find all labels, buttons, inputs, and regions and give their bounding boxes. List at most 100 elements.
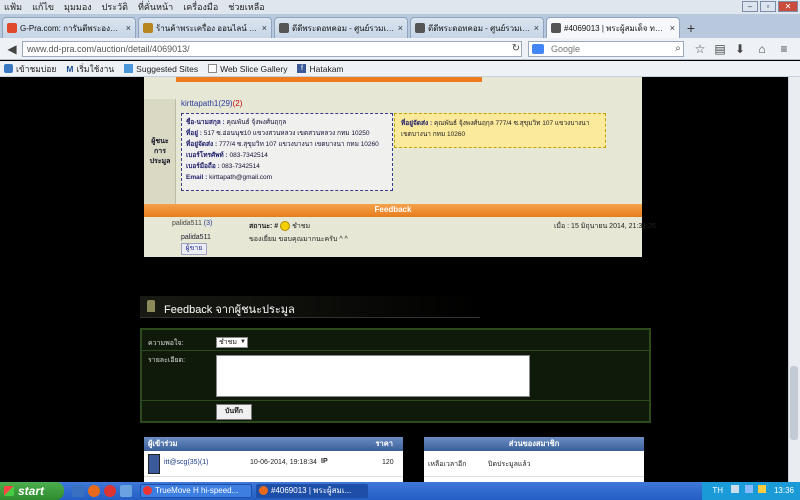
feedback-user-name2[interactable]: palida511 [181, 234, 211, 241]
shop-favicon-icon [143, 23, 153, 33]
start-button[interactable]: start [0, 482, 64, 500]
tab-label: ดีดีพระดอทคอม - ศูนย์รวมเช่า,ประมู... [428, 23, 531, 33]
feedback-form-titlebar: Feedback จากผู้ชนะประมูล [140, 296, 480, 318]
addr-row: Email : kirttapath@gmail.com [186, 174, 273, 181]
url-bar[interactable]: www.dd-pra.com/auction/detail/4069013/ [22, 41, 522, 57]
winner-username[interactable]: kirttapath1 [181, 99, 218, 108]
network-icon[interactable] [757, 485, 766, 493]
taskbar-item-truemove[interactable]: TrueMove H hi-speed... [140, 484, 252, 498]
menu-edit[interactable]: แก้ไข [32, 0, 54, 14]
window-controls: – ▫ ✕ [742, 1, 798, 12]
new-tab-button[interactable]: + [682, 20, 700, 38]
page-favicon-icon [279, 23, 289, 33]
feedback-status: สถานะ: # ชำชม [249, 221, 311, 232]
feedback-comment: ของเยี่ยม ขอบคุณมากนะครับ ^ ^ [249, 236, 348, 243]
tray-icon[interactable] [731, 485, 740, 493]
tab-gpra[interactable]: G-Pra.com: การันตีพระองค์นนี้... × [2, 17, 136, 38]
menu-file[interactable]: แฟ้ม [4, 0, 22, 14]
close-tab-icon[interactable]: × [670, 23, 675, 33]
feedback-user-line: palida511 (3) [172, 220, 212, 227]
close-tab-icon[interactable]: × [262, 23, 267, 33]
feedback-username[interactable]: palida511 [172, 220, 202, 227]
winner-address-box: ชื่อ-นามสกุล : คุณพันธ์ จุ้งพงศ์นฤกุล ที… [181, 113, 393, 191]
chevron-down-icon: ▼ [240, 339, 246, 345]
winner-score: (29) [218, 99, 233, 108]
shipping-address-box: ที่อยู่จัดส่ง : คุณพันธ์ จุ้งพงศ์นฤกุล 7… [394, 113, 606, 148]
menu-tools[interactable]: เครื่องมือ [183, 0, 218, 14]
bookmark-suggested-sites[interactable]: Suggested Sites [124, 64, 198, 74]
trophy-icon [147, 300, 155, 312]
detail-label: รายละเอียด: [148, 357, 186, 364]
tab-label: ร้านค้าพระเครื่อง ออนไลน์ - กล... [156, 23, 259, 33]
close-tab-icon[interactable]: × [126, 23, 131, 33]
menu-bar: แฟ้ม แก้ไข มุมมอง ประวัติ ที่คั่นหน้า เค… [0, 0, 800, 14]
page-favicon-icon [551, 23, 561, 33]
tab-auction-active[interactable]: #4069013 | พระผู้สมเด็จ ทรงไก่ | ก...× [546, 17, 680, 38]
feedback-user-score: (3) [203, 220, 213, 227]
scrollbar-thumb[interactable] [790, 366, 798, 440]
bidder-name[interactable]: itt@scg(35)(1) [164, 459, 208, 466]
quicklaunch-chrome-icon[interactable] [104, 485, 116, 497]
addr-row: ที่อยู่ : 517 ซ.อ่อนนุช10 แขวงสวนหลวง เข… [186, 130, 370, 137]
tab-ddpra-1[interactable]: ดีดีพระดอทคอม - ศูนย์รวมเช่า,ประมู...× [274, 17, 408, 38]
bidders-header: ผู้เข้าร่วม ราคา [144, 437, 403, 451]
ie-icon [124, 64, 134, 73]
tab-shop[interactable]: ร้านค้าพระเครื่อง ออนไลน์ - กล...× [138, 17, 272, 38]
save-button[interactable]: บันทึก [216, 404, 252, 420]
member-header: ส่วนของสมาชิก [424, 437, 644, 451]
menu-help[interactable]: ช่วยเหลือ [228, 0, 264, 14]
most-visited-icon [4, 64, 13, 73]
detail-textarea[interactable] [216, 355, 530, 397]
satisfaction-label: ความพอใจ: [148, 340, 184, 347]
search-input[interactable]: Google [528, 41, 684, 57]
gpra-favicon-icon [7, 23, 17, 33]
bookmark-web-slice[interactable]: Web Slice Gallery [208, 64, 287, 74]
language-indicator[interactable]: TH [712, 486, 723, 495]
home-icon[interactable]: ⌂ [754, 41, 770, 57]
taskbar-item-browser[interactable]: #4069013 | พระผู้สมเ... [256, 484, 368, 498]
google-logo-icon [532, 44, 544, 54]
winner-side-label: ผู้ชนะการประมูล [149, 138, 171, 165]
feedback-row: palida511 (3) palida511 ผู้ขาย สถานะ: # … [144, 217, 656, 257]
amulet-thumbnail [148, 454, 160, 474]
time-left-value: ปิดประมูลแล้ว [488, 461, 531, 468]
download-icon[interactable]: ⬇ [732, 41, 748, 57]
addr-row: ที่อยู่จัดส่ง : 777/4 ซ.สุขุมวิท 107 แขว… [186, 141, 379, 148]
close-tab-icon[interactable]: × [534, 23, 539, 33]
bookmark-most-visited[interactable]: เข้าชมบ่อย [4, 62, 56, 76]
search-icon[interactable]: ⌕ [670, 41, 686, 57]
firefox-icon [259, 486, 268, 495]
menu-view[interactable]: มุมมอง [64, 0, 92, 14]
bookmarks-list-icon[interactable]: ▤ [712, 41, 728, 57]
page-content: ผู้ชนะการประมูล kirttapath1(29)(2) ชื่อ-… [0, 77, 788, 482]
table-row: itt@scg(35)(1) 10-06-2014, 19:18:34 IP 1… [144, 451, 403, 477]
addr-row: ชื่อ-นามสกุล : คุณพันธ์ จุ้งพงศ์นฤกุล [186, 119, 287, 126]
menu-icon[interactable]: ≡ [776, 41, 792, 57]
member-panel: ส่วนของสมาชิก เหลือเวลาอีก ปิดประมูลแล้ว [424, 437, 644, 482]
quicklaunch-desktop-icon[interactable] [72, 485, 84, 497]
bookmark-hatakam[interactable]: f Hatakam [297, 64, 344, 74]
quicklaunch-app-icon[interactable] [120, 485, 132, 497]
clock: 13:36 [773, 486, 794, 495]
member-row: เหลือเวลาอีก ปิดประมูลแล้ว [424, 451, 644, 477]
maximize-button[interactable]: ▫ [760, 1, 776, 12]
volume-icon[interactable] [744, 485, 753, 493]
tab-ddpra-2[interactable]: ดีดีพระดอทคอม - ศูนย์รวมเช่า,ประมู...× [410, 17, 544, 38]
windows-logo-icon [4, 486, 14, 496]
quicklaunch-firefox-icon[interactable] [88, 485, 100, 497]
back-icon[interactable]: ◀ [4, 41, 20, 57]
bid-price: 120 [382, 459, 394, 466]
bid-ip[interactable]: IP [321, 458, 328, 465]
close-window-button[interactable]: ✕ [778, 1, 798, 12]
feedback-date: เมื่อ : 15 มิถุนายน 2014, 21:31:25 [554, 223, 656, 230]
tab-label: ดีดีพระดอทคอม - ศูนย์รวมเช่า,ประมู... [292, 23, 395, 33]
menu-bookmarks[interactable]: ที่คั่นหน้า [138, 0, 173, 14]
bookmark-star-icon[interactable]: ☆ [692, 41, 708, 57]
bookmark-getting-started[interactable]: M เริ่มใช้งาน [66, 62, 114, 76]
reload-icon[interactable]: ↻ [508, 41, 524, 57]
close-tab-icon[interactable]: × [398, 23, 403, 33]
satisfaction-select[interactable]: ชำชม ▼ [216, 337, 248, 348]
menu-history[interactable]: ประวัติ [102, 0, 128, 14]
minimize-button[interactable]: – [742, 1, 758, 12]
time-left-label: เหลือเวลาอีก [428, 461, 467, 468]
